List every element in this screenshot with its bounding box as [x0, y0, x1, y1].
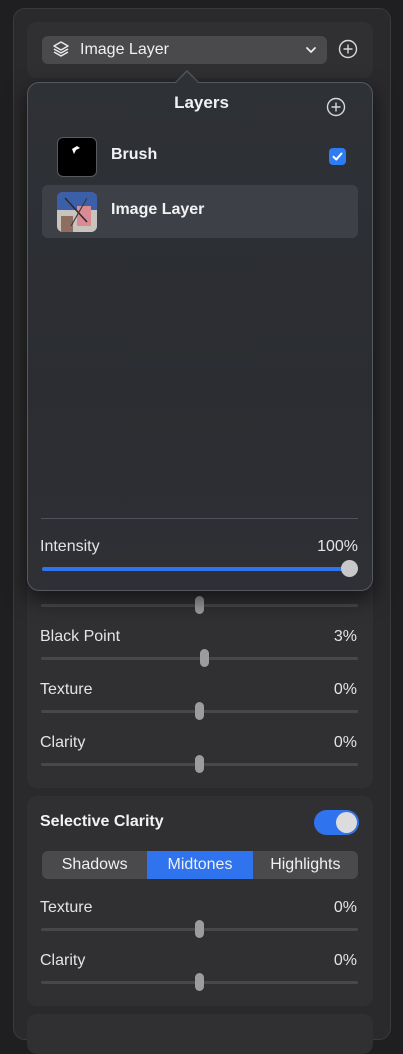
black-point-value: 3%	[333, 628, 357, 645]
texture-slider-knob[interactable]	[195, 702, 204, 720]
segment-highlights[interactable]: Highlights	[253, 851, 358, 879]
selective-texture-value: 0%	[333, 899, 357, 916]
next-section-card	[27, 1014, 373, 1054]
layer-visibility-checkbox[interactable]	[329, 148, 346, 165]
layer-name: Image Layer	[111, 201, 205, 218]
intensity-slider-knob[interactable]	[341, 560, 358, 577]
clarity-value: 0%	[333, 734, 357, 751]
texture-value: 0%	[333, 681, 357, 698]
chevron-down-icon	[305, 43, 317, 55]
clarity-slider-knob[interactable]	[195, 755, 204, 773]
popover-arrow-fill	[175, 72, 199, 84]
layer-row-brush[interactable]: Brush	[42, 130, 358, 183]
add-layer-icon[interactable]	[338, 39, 358, 59]
layer-select-label: Image Layer	[80, 41, 169, 58]
layer-thumbnail	[57, 192, 97, 232]
selective-clarity-slider-knob[interactable]	[195, 973, 204, 991]
selective-texture-label: Texture	[40, 899, 93, 916]
layer-row-image-layer[interactable]: Image Layer	[42, 185, 358, 238]
layer-thumbnail	[57, 137, 97, 177]
selective-clarity-toggle[interactable]	[314, 810, 359, 835]
layer-name: Brush	[111, 146, 158, 163]
intensity-slider-track[interactable]	[42, 567, 350, 571]
selective-clarity-label: Clarity	[40, 952, 86, 969]
toggle-knob	[336, 812, 357, 833]
clarity-label: Clarity	[40, 734, 86, 751]
layers-stack-icon	[52, 40, 72, 60]
selective-clarity-value: 0%	[333, 952, 357, 969]
selective-clarity-title: Selective Clarity	[40, 813, 164, 830]
black-point-label: Black Point	[40, 628, 121, 645]
layer-select-dropdown[interactable]: Image Layer	[42, 36, 327, 64]
segment-shadows[interactable]: Shadows	[42, 851, 147, 879]
segment-midtones[interactable]: Midtones	[147, 851, 253, 879]
popover-divider	[41, 518, 358, 519]
intensity-value: 100%	[317, 538, 358, 555]
checkmark-icon	[332, 152, 343, 161]
add-layer-icon[interactable]	[326, 97, 346, 117]
selective-texture-slider-knob[interactable]	[195, 920, 204, 938]
tone-segmented-control: Shadows Midtones Highlights	[42, 851, 358, 879]
texture-label: Texture	[40, 681, 93, 698]
slider-knob[interactable]	[195, 596, 204, 614]
black-point-slider-knob[interactable]	[200, 649, 209, 667]
intensity-label: Intensity	[40, 538, 100, 555]
